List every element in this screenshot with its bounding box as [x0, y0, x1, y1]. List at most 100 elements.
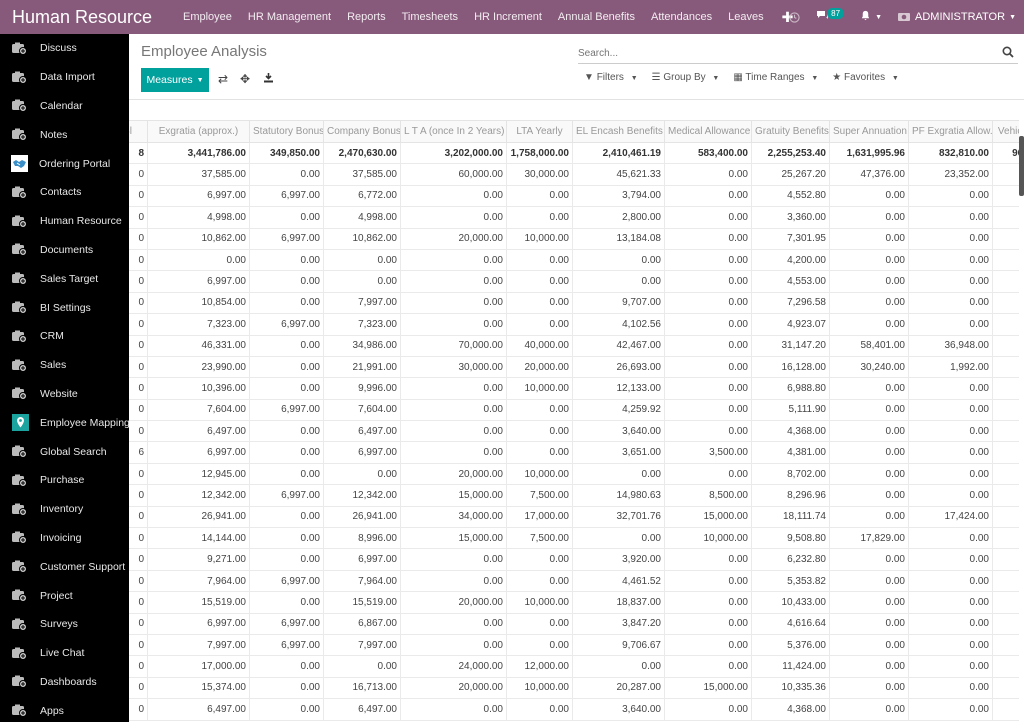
table-cell[interactable]: 0.00	[829, 270, 909, 293]
sidebar-item-project[interactable]: Project	[0, 581, 129, 610]
table-cell[interactable]: 0.00	[664, 548, 752, 571]
table-cell[interactable]: 0.	[992, 505, 1019, 529]
table-cell[interactable]: 0.00	[400, 248, 507, 272]
total-cell[interactable]: 1,758,000.00	[506, 141, 573, 165]
table-cell[interactable]: 0.	[992, 612, 1019, 635]
sidebar-item-data-import[interactable]: Data Import	[0, 63, 129, 92]
table-cell[interactable]: 0.00	[323, 462, 401, 486]
table-cell[interactable]: 0.00	[829, 227, 909, 250]
table-cell[interactable]: 0.00	[249, 206, 324, 229]
table-cell[interactable]: 10,000.00	[506, 462, 573, 486]
table-cell[interactable]: 0.00	[664, 398, 752, 422]
table-cell[interactable]: 0.	[992, 462, 1019, 486]
sidebar-item-documents[interactable]: Documents	[0, 236, 129, 265]
table-cell[interactable]: 0.	[992, 163, 1019, 186]
table-cell[interactable]: 0.00	[908, 548, 993, 571]
total-cell[interactable]: 832,810.00	[908, 141, 993, 165]
table-cell[interactable]: 0	[129, 505, 148, 529]
table-cell[interactable]: 0.00	[908, 377, 993, 400]
table-cell[interactable]: 0.00	[400, 291, 507, 315]
sidebar-item-human-resource[interactable]: Human Resource	[0, 207, 129, 236]
table-cell[interactable]: 6,997.00	[249, 612, 324, 635]
table-cell[interactable]: 8,296.96	[751, 484, 830, 507]
sidebar-item-website[interactable]: Website	[0, 380, 129, 409]
table-cell[interactable]: 0	[129, 676, 148, 700]
table-cell[interactable]: 42,467.00	[572, 334, 665, 357]
table-cell[interactable]: 34,000.00	[400, 505, 507, 529]
table-cell[interactable]: 0.00	[664, 612, 752, 635]
table-cell[interactable]: 6,997.00	[249, 184, 324, 208]
table-cell[interactable]: 0.00	[829, 462, 909, 486]
table-cell[interactable]: 17,424.00	[908, 505, 993, 529]
table-cell[interactable]: 6,997.00	[249, 633, 324, 657]
table-cell[interactable]: 0	[129, 334, 148, 357]
table-cell[interactable]: 0.	[992, 655, 1019, 678]
table-cell[interactable]: 0.00	[506, 420, 573, 443]
table-cell[interactable]: 0.00	[249, 270, 324, 293]
total-cell[interactable]: 2,470,630.00	[323, 141, 401, 165]
table-cell[interactable]: 10,854.00	[147, 291, 250, 315]
table-cell[interactable]: 26,941.00	[147, 505, 250, 529]
table-cell[interactable]: 7,296.58	[751, 291, 830, 315]
sidebar-item-contacts[interactable]: Contacts	[0, 178, 129, 207]
table-cell[interactable]: 0.00	[829, 398, 909, 422]
table-cell[interactable]: 0.	[992, 313, 1019, 336]
table-cell[interactable]: 0.00	[908, 206, 993, 229]
table-cell[interactable]: 0.00	[506, 313, 573, 336]
table-cell[interactable]: 0.00	[400, 569, 507, 593]
table-cell[interactable]: 0.00	[506, 248, 573, 272]
table-cell[interactable]: 0.00	[400, 206, 507, 229]
table-cell[interactable]: 7,604.00	[147, 398, 250, 422]
favorites-dropdown[interactable]: ★ Favorites ▼	[832, 72, 899, 83]
table-cell[interactable]: 0.	[992, 377, 1019, 400]
table-cell[interactable]: 6,988.80	[751, 377, 830, 400]
table-cell[interactable]: 0.00	[249, 420, 324, 443]
table-cell[interactable]: 0.00	[323, 655, 401, 678]
table-cell[interactable]: 0.00	[664, 248, 752, 272]
menu-timesheets[interactable]: Timesheets	[394, 11, 466, 23]
table-cell[interactable]: 0.00	[249, 355, 324, 379]
table-cell[interactable]: 4,998.00	[147, 206, 250, 229]
table-cell[interactable]: 0	[129, 291, 148, 315]
table-cell[interactable]: 0.	[992, 227, 1019, 250]
table-cell[interactable]: 7,301.95	[751, 227, 830, 250]
table-cell[interactable]: 0.00	[400, 633, 507, 657]
table-cell[interactable]: 5,353.82	[751, 569, 830, 593]
table-cell[interactable]: 0.00	[829, 698, 909, 721]
table-cell[interactable]: 4,552.80	[751, 184, 830, 208]
table-cell[interactable]: 0.00	[829, 291, 909, 315]
measures-button[interactable]: Measures ▼	[141, 68, 209, 92]
table-cell[interactable]: 9,996.00	[323, 377, 401, 400]
table-cell[interactable]: 0.00	[323, 248, 401, 272]
sidebar-item-ordering-portal[interactable]: Ordering Portal	[0, 149, 129, 178]
table-cell[interactable]: 0.00	[664, 334, 752, 357]
table-cell[interactable]: 14,980.63	[572, 484, 665, 507]
table-cell[interactable]: 4,381.00	[751, 441, 830, 464]
table-cell[interactable]: 0.	[992, 184, 1019, 208]
table-cell[interactable]: 0	[129, 206, 148, 229]
table-cell[interactable]: 6,997.00	[147, 184, 250, 208]
table-cell[interactable]: 7,500.00	[506, 527, 573, 550]
filters-dropdown[interactable]: ▼ Filters ▼	[584, 72, 638, 83]
table-cell[interactable]: 0.	[992, 676, 1019, 700]
menu-hr-increment[interactable]: HR Increment	[466, 11, 550, 23]
table-cell[interactable]: 0.00	[147, 248, 250, 272]
table-cell[interactable]: 14,144.00	[147, 527, 250, 550]
table-cell[interactable]: 3,651.00	[572, 441, 665, 464]
sidebar-item-sales[interactable]: Sales	[0, 351, 129, 380]
table-cell[interactable]: 0.00	[829, 676, 909, 700]
table-cell[interactable]: 0	[129, 355, 148, 379]
table-cell[interactable]: 16,128.00	[751, 355, 830, 379]
table-cell[interactable]: 9,508.80	[751, 527, 830, 550]
table-cell[interactable]: 23,352.00	[908, 163, 993, 186]
table-cell[interactable]: 20,287.00	[572, 676, 665, 700]
table-cell[interactable]: 0	[129, 420, 148, 443]
table-cell[interactable]: 0.00	[572, 527, 665, 550]
sidebar-item-surveys[interactable]: Surveys	[0, 610, 129, 639]
table-cell[interactable]: 6,997.00	[249, 313, 324, 336]
table-cell[interactable]: 0.00	[249, 698, 324, 721]
flip-axis-icon[interactable]: ⇄	[218, 72, 228, 86]
total-cell[interactable]: 8	[129, 141, 148, 165]
table-cell[interactable]: 0.00	[664, 633, 752, 657]
table-cell[interactable]: 10,000.00	[506, 591, 573, 614]
